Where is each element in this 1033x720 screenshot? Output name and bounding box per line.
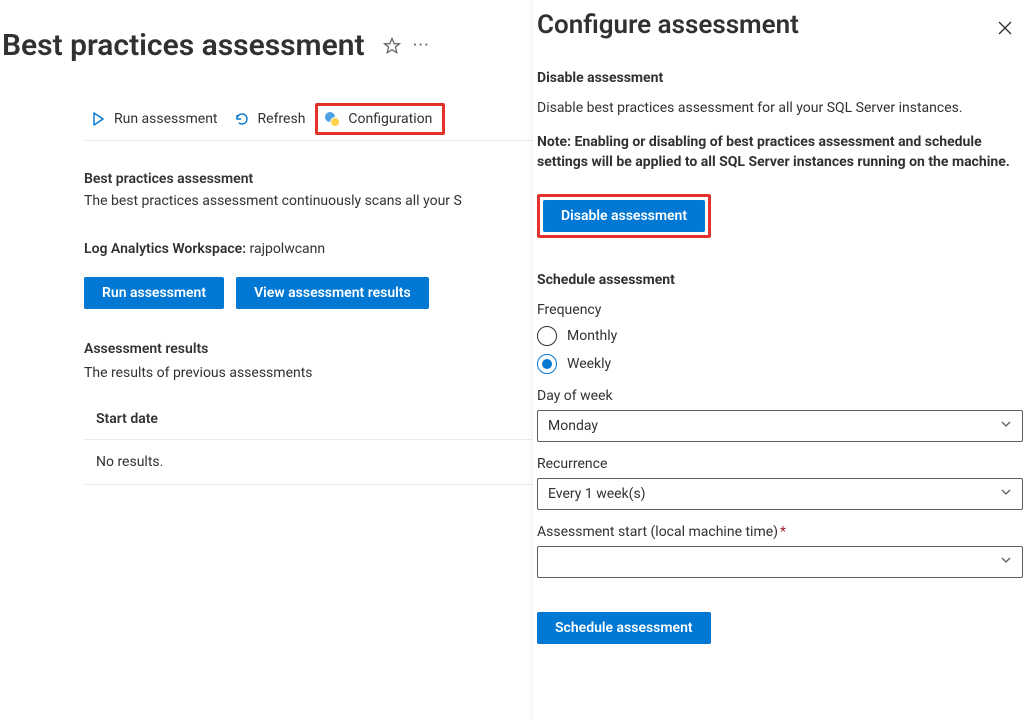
refresh-label: Refresh <box>258 111 306 127</box>
run-assessment-label: Run assessment <box>114 111 218 127</box>
frequency-weekly-option[interactable]: Weekly <box>537 354 1025 374</box>
favorite-star-icon[interactable] <box>383 37 401 55</box>
log-analytics-value: rajpolwcann <box>250 241 326 257</box>
assessment-start-label-text: Assessment start (local machine time) <box>537 524 778 540</box>
log-analytics-label: Log Analytics Workspace: <box>84 241 246 257</box>
note-text: Enabling or disabling of best practices … <box>537 134 1010 170</box>
panel-title: Configure assessment <box>537 10 799 40</box>
chevron-down-icon <box>1000 418 1012 434</box>
note-label: Note: <box>537 134 571 150</box>
chevron-down-icon <box>1000 486 1012 502</box>
schedule-heading: Schedule assessment <box>537 272 1025 288</box>
day-of-week-label: Day of week <box>537 388 1025 404</box>
day-of-week-select[interactable]: Monday <box>537 410 1023 442</box>
disable-section: Disable assessment Disable best practice… <box>537 70 1025 238</box>
play-icon <box>90 111 106 127</box>
configuration-label: Configuration <box>348 111 432 127</box>
radio-unchecked-icon <box>537 326 557 346</box>
weekly-label: Weekly <box>567 356 611 372</box>
results-empty-text: No results. <box>96 454 163 470</box>
close-icon[interactable] <box>993 16 1017 40</box>
assessment-start-select[interactable] <box>537 546 1023 578</box>
schedule-assessment-button[interactable]: Schedule assessment <box>537 612 711 644</box>
disable-assessment-button[interactable]: Disable assessment <box>543 200 705 232</box>
recurrence-select[interactable]: Every 1 week(s) <box>537 478 1023 510</box>
day-of-week-value: Monday <box>548 418 598 434</box>
monthly-label: Monthly <box>567 328 617 344</box>
chevron-down-icon <box>1000 554 1012 570</box>
disable-button-highlight: Disable assessment <box>537 194 711 238</box>
recurrence-value: Every 1 week(s) <box>548 486 646 502</box>
run-assessment-command[interactable]: Run assessment <box>84 103 228 135</box>
view-assessment-results-button[interactable]: View assessment results <box>236 277 429 309</box>
page-title: Best practices assessment <box>2 28 365 63</box>
radio-checked-icon <box>537 354 557 374</box>
assessment-start-label: Assessment start (local machine time)* <box>537 524 1025 540</box>
disable-note: Note: Enabling or disabling of best prac… <box>537 132 1025 172</box>
frequency-radio-group: Monthly Weekly <box>537 326 1025 374</box>
configure-assessment-panel: Configure assessment Disable assessment … <box>533 0 1033 720</box>
more-menu-icon[interactable]: ··· <box>413 37 430 55</box>
frequency-monthly-option[interactable]: Monthly <box>537 326 1025 346</box>
run-assessment-button[interactable]: Run assessment <box>84 277 224 309</box>
configuration-icon <box>324 111 340 127</box>
disable-heading: Disable assessment <box>537 70 1025 86</box>
required-icon: * <box>780 524 786 540</box>
configuration-command[interactable]: Configuration <box>315 103 445 135</box>
recurrence-label: Recurrence <box>537 456 1025 472</box>
refresh-command[interactable]: Refresh <box>228 103 316 135</box>
refresh-icon <box>234 111 250 127</box>
disable-text: Disable best practices assessment for al… <box>537 98 1025 118</box>
col-start-date: Start date <box>96 411 158 427</box>
schedule-section: Schedule assessment Frequency Monthly We… <box>537 272 1025 644</box>
frequency-label: Frequency <box>537 302 1025 318</box>
